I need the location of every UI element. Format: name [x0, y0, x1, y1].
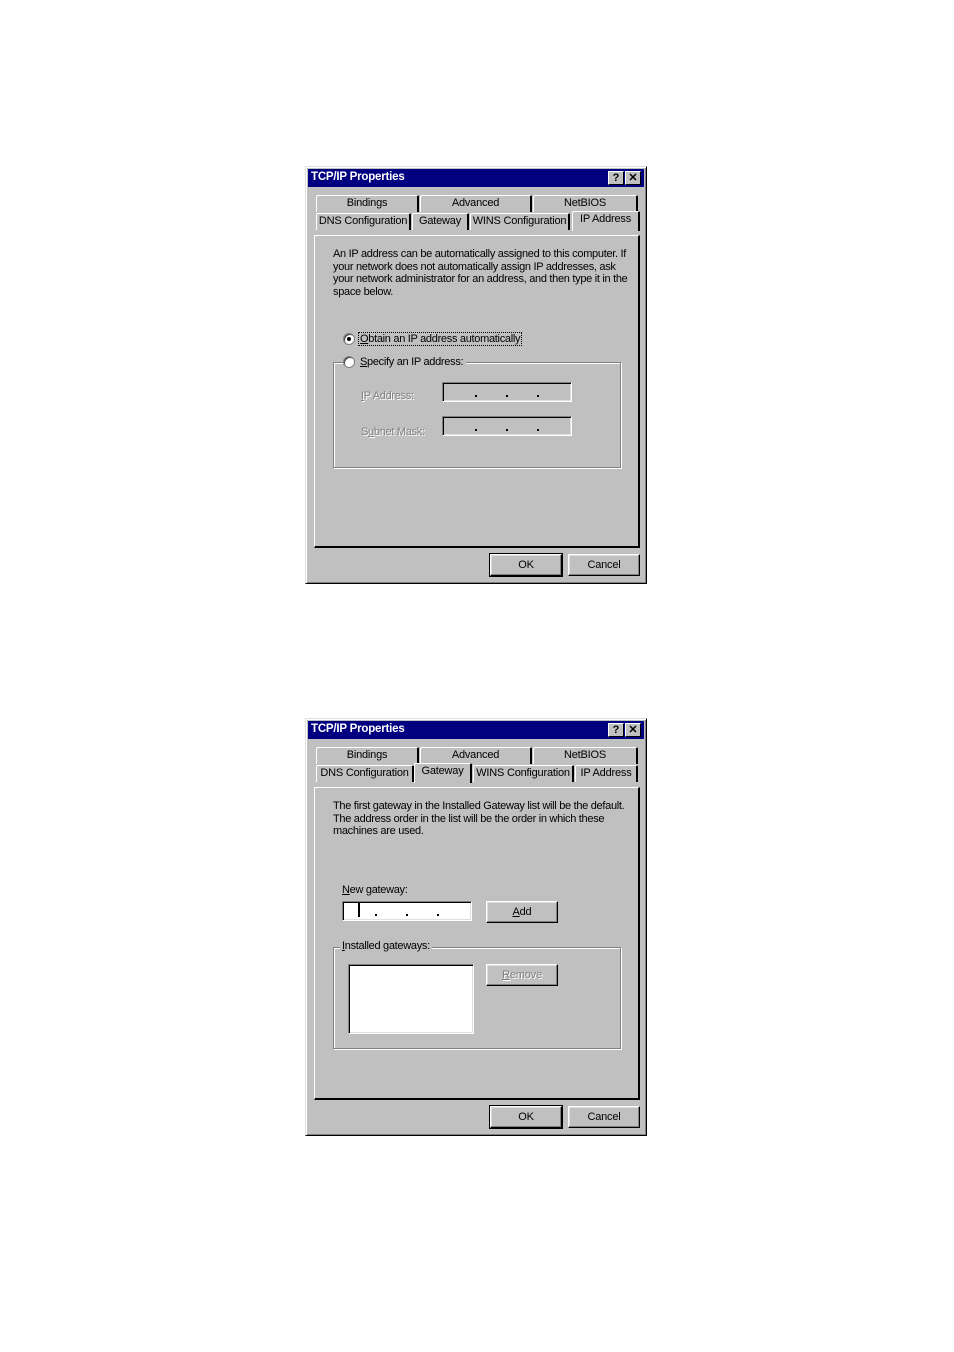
ok-button[interactable]: OK [489, 1105, 563, 1129]
help-button[interactable]: ? [608, 723, 624, 737]
cancel-button[interactable]: Cancel [568, 554, 640, 576]
tcpip-properties-dialog-ip-address: TCP/IP Properties ? ✕ Bindings Advanced … [305, 166, 647, 584]
title-bar[interactable]: TCP/IP Properties ? ✕ [308, 169, 644, 187]
add-button[interactable]: Add [486, 901, 558, 923]
close-button[interactable]: ✕ [625, 171, 641, 185]
new-gateway-label: New gateway: [342, 884, 408, 896]
tab-ip-address[interactable]: IP Address [572, 211, 640, 231]
tab-dns-configuration[interactable]: DNS Configuration [316, 213, 411, 230]
question-mark-icon: ? [612, 172, 620, 184]
close-icon: ✕ [628, 724, 638, 736]
ok-button[interactable]: OK [489, 553, 563, 577]
subnet-mask-label: Subnet Mask: [361, 426, 425, 438]
dialog-title: TCP/IP Properties [311, 723, 405, 735]
tab-panel-gateway: The first gateway in the Installed Gatew… [314, 787, 640, 1100]
dialog-title: TCP/IP Properties [311, 171, 405, 183]
radio-button-checked[interactable] [343, 333, 355, 345]
ip-address-input[interactable] [442, 382, 572, 402]
tab-wins-configuration[interactable]: WINS Configuration [470, 213, 570, 230]
tab-gateway[interactable]: Gateway [414, 763, 472, 783]
tab-advanced[interactable]: Advanced [420, 195, 532, 212]
question-mark-icon: ? [612, 724, 620, 736]
new-gateway-input[interactable] [342, 901, 472, 921]
close-icon: ✕ [628, 172, 638, 184]
close-button[interactable]: ✕ [625, 723, 641, 737]
tab-advanced[interactable]: Advanced [420, 747, 532, 764]
tab-panel-ip-address: An IP address can be automatically assig… [314, 235, 640, 548]
tab-netbios[interactable]: NetBIOS [533, 195, 638, 212]
tab-bindings[interactable]: Bindings [316, 195, 419, 212]
tcpip-properties-dialog-gateway: TCP/IP Properties ? ✕ Bindings Advanced … [305, 718, 647, 1136]
tab-gateway[interactable]: Gateway [412, 213, 469, 230]
tab-netbios[interactable]: NetBIOS [533, 747, 638, 764]
radio-label: Obtain an IP address automatically [357, 332, 523, 346]
tab-dns-configuration[interactable]: DNS Configuration [316, 765, 414, 782]
radio-obtain-ip-automatically[interactable]: Obtain an IP address automatically [343, 332, 523, 346]
radio-label: Specify an IP address: [360, 356, 464, 368]
description-text: The first gateway in the Installed Gatew… [333, 800, 625, 837]
subnet-mask-input[interactable] [442, 416, 572, 436]
remove-button[interactable]: Remove [486, 964, 558, 986]
installed-gateways-label: Installed gateways: [340, 940, 432, 952]
title-bar[interactable]: TCP/IP Properties ? ✕ [308, 721, 644, 739]
tab-ip-address[interactable]: IP Address [575, 765, 638, 782]
ip-address-label: IP Address: [361, 390, 414, 402]
radio-specify-ip-address[interactable]: Specify an IP address: [343, 355, 467, 369]
installed-gateways-list[interactable] [348, 964, 474, 1034]
tab-bindings[interactable]: Bindings [316, 747, 419, 764]
specify-ip-groupbox [333, 362, 621, 468]
tab-wins-configuration[interactable]: WINS Configuration [473, 765, 574, 782]
cancel-button[interactable]: Cancel [568, 1106, 640, 1128]
description-text: An IP address can be automatically assig… [333, 248, 628, 298]
radio-button-unchecked[interactable] [343, 356, 355, 368]
help-button[interactable]: ? [608, 171, 624, 185]
